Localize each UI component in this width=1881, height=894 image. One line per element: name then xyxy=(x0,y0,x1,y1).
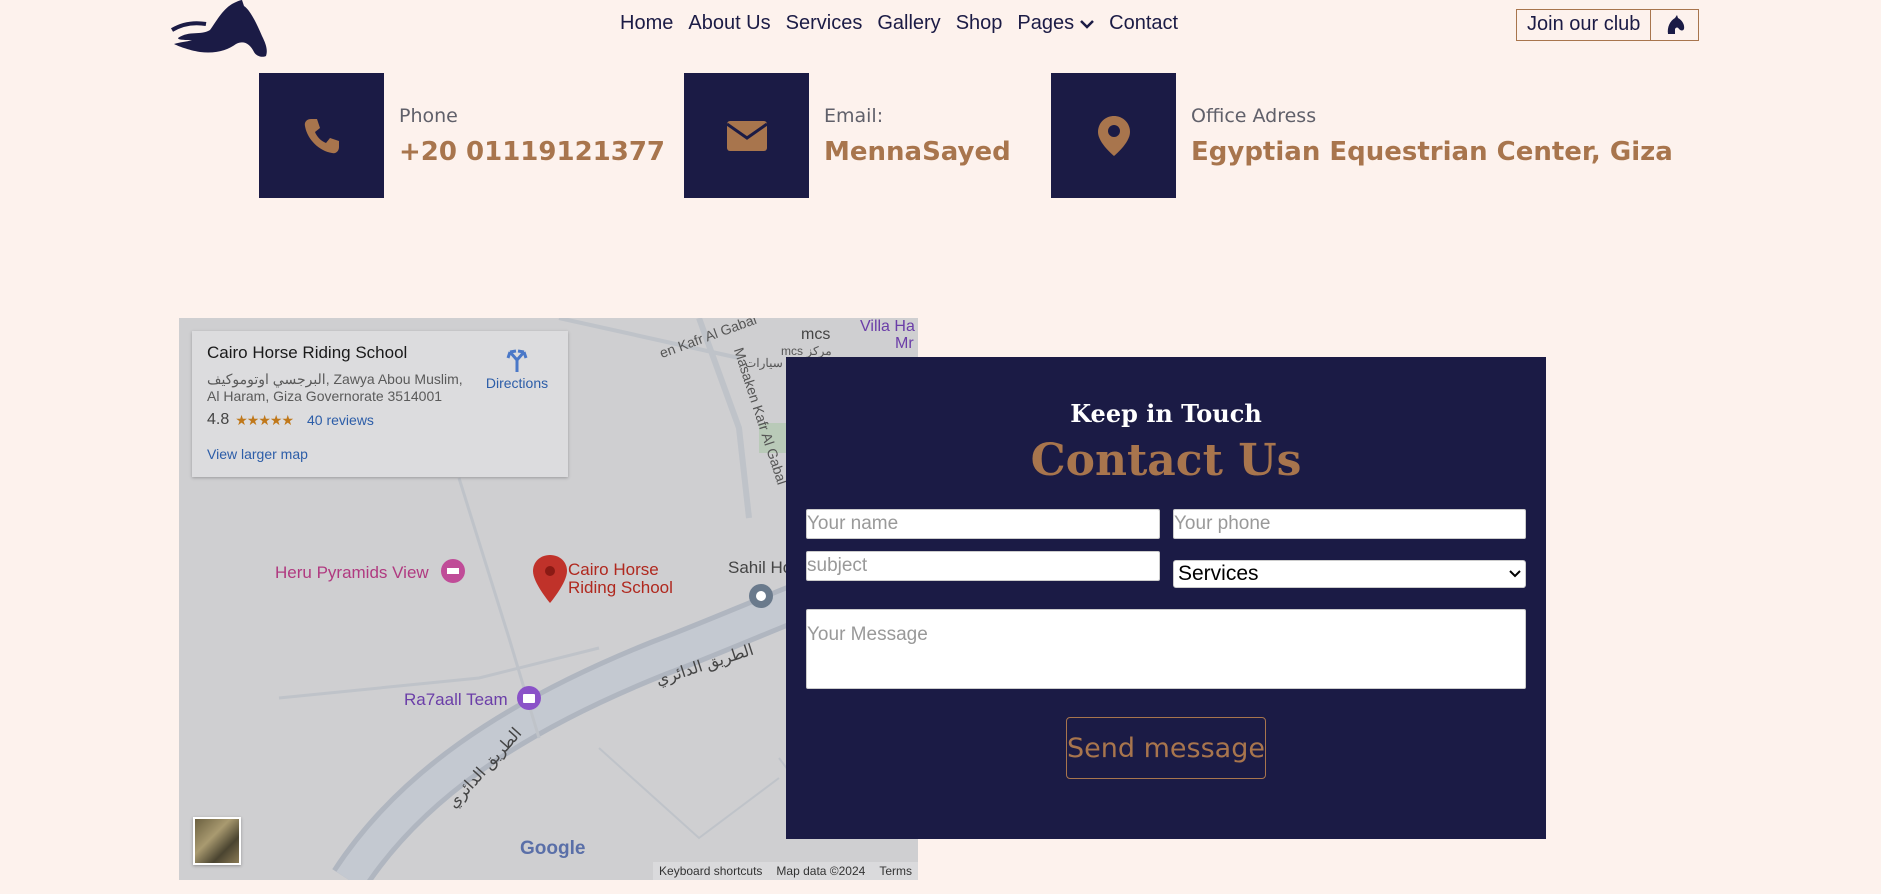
phone-info: Phone +20 01119121377 xyxy=(259,73,665,198)
nav-pages-dropdown[interactable]: Pages xyxy=(1017,12,1095,35)
map-label-villa: Villa Ha xyxy=(860,318,915,335)
nav-services[interactable]: Services xyxy=(786,12,863,35)
office-info: Office Adress Egyptian Equestrian Center… xyxy=(1051,73,1673,198)
services-select-value: Services xyxy=(1178,562,1259,585)
map-label-ra7aal[interactable]: Ra7aall Team xyxy=(404,690,508,710)
nav-contact[interactable]: Contact xyxy=(1109,12,1178,35)
message-textarea[interactable]: Your Message xyxy=(806,609,1526,689)
keyboard-shortcuts-link[interactable]: Keyboard shortcuts xyxy=(659,864,762,878)
contact-form-panel: Keep in Touch Contact Us Your name Your … xyxy=(786,357,1546,839)
send-message-button[interactable]: Send message xyxy=(1066,717,1266,779)
map-place-card: Cairo Horse Riding School البرجسي اوتومو… xyxy=(192,331,568,477)
office-value: Egyptian Equestrian Center, Giza xyxy=(1191,136,1673,167)
location-icon-box xyxy=(1051,73,1176,198)
view-larger-map-link[interactable]: View larger map xyxy=(207,446,308,462)
join-club-button[interactable]: Join our club xyxy=(1516,9,1699,41)
map-rating: 4.8 ★★★★★ 40 reviews xyxy=(207,411,553,429)
phone-value[interactable]: +20 01119121377 xyxy=(399,137,665,167)
form-title: Contact Us xyxy=(1030,435,1302,486)
email-icon-box xyxy=(684,73,809,198)
office-label: Office Adress xyxy=(1191,104,1317,127)
star-rating-icon: ★★★★★ xyxy=(235,411,294,428)
phone-input[interactable]: Your phone xyxy=(1173,509,1526,539)
directions-label: Directions xyxy=(485,375,549,391)
horse-logo[interactable] xyxy=(170,0,270,58)
chevron-down-icon xyxy=(1080,19,1095,29)
email-info: Email: MennaSayed xyxy=(684,73,1011,198)
map-label-mcs-sub: mcs مركز xyxy=(781,344,832,358)
phone-label: Phone xyxy=(399,104,458,127)
nav-pages-label: Pages xyxy=(1017,12,1075,34)
email-value[interactable]: MennaSayed xyxy=(824,137,1011,167)
location-pin-icon xyxy=(1097,115,1130,156)
horse-head-icon xyxy=(1651,10,1698,40)
form-subtitle: Keep in Touch xyxy=(1070,399,1262,428)
map-place-address: البرجسي اوتوموكيف, Zawya Abou Muslim, Al… xyxy=(207,371,463,404)
subject-input[interactable]: subject xyxy=(806,551,1160,581)
map-label-villa-2: Mr xyxy=(895,335,914,352)
map-data-label: Map data ©2024 xyxy=(776,864,866,878)
map-label-sayarat: سيارات xyxy=(745,356,783,370)
terms-link[interactable]: Terms xyxy=(879,864,912,878)
hotel-icon xyxy=(441,559,465,583)
directions-button[interactable]: Directions xyxy=(477,346,557,391)
nav-about[interactable]: About Us xyxy=(688,12,770,35)
directions-icon xyxy=(506,349,528,372)
place-marker-icon xyxy=(749,584,773,608)
map-reviews-link[interactable]: 40 reviews xyxy=(307,412,374,428)
chevron-down-icon xyxy=(1509,570,1521,578)
map-label-sahil: Sahil Ho xyxy=(728,558,793,577)
nav-gallery[interactable]: Gallery xyxy=(877,12,940,35)
email-label: Email: xyxy=(824,104,884,127)
map-label-mcs: mcs xyxy=(801,326,831,343)
satellite-toggle[interactable] xyxy=(193,817,241,865)
services-select[interactable]: Services xyxy=(1173,560,1526,588)
map-rating-value: 4.8 xyxy=(207,411,230,428)
join-club-label: Join our club xyxy=(1517,10,1652,40)
camera-icon xyxy=(517,686,541,710)
google-logo: Google xyxy=(520,838,586,859)
nav-home[interactable]: Home xyxy=(620,12,673,35)
envelope-icon xyxy=(726,120,767,151)
map-footer: Keyboard shortcuts Map data ©2024 Terms xyxy=(653,862,918,880)
map-pin-icon[interactable] xyxy=(532,555,568,603)
nav-shop[interactable]: Shop xyxy=(956,12,1003,35)
phone-icon-box xyxy=(259,73,384,198)
name-input[interactable]: Your name xyxy=(806,509,1160,539)
phone-icon xyxy=(304,118,339,153)
map-label-heru[interactable]: Heru Pyramids View xyxy=(275,563,429,583)
map-label-pin[interactable]: Cairo Horse Riding School xyxy=(568,561,673,597)
main-nav: Home About Us Services Gallery Shop Page… xyxy=(620,12,1178,35)
